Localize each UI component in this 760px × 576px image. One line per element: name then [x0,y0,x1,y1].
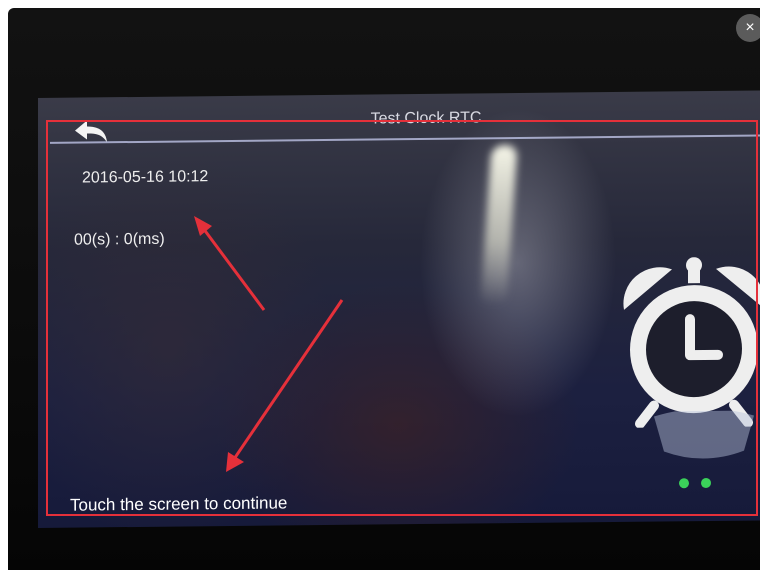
light-glare [480,144,518,306]
header-divider [50,134,760,144]
close-icon[interactable]: × [745,19,754,37]
alarm-clock-icon [623,257,760,428]
alarm-clock-reflection [654,410,754,459]
rtc-datetime: 2016-05-16 10:12 [82,168,209,187]
close-button[interactable]: × [736,14,760,42]
device-screen[interactable]: Test Clock RTC 2016-05-16 10:12 00(s) : … [38,90,760,529]
screen-header: Test Clock RTC [38,90,760,144]
rtc-counter: 00(s) : 0(ms) [74,230,165,249]
screen-title: Test Clock RTC [370,109,482,128]
device-photo: Test Clock RTC 2016-05-16 10:12 00(s) : … [8,8,760,570]
continue-prompt[interactable]: Touch the screen to continue [70,493,287,515]
status-leds [679,478,711,489]
